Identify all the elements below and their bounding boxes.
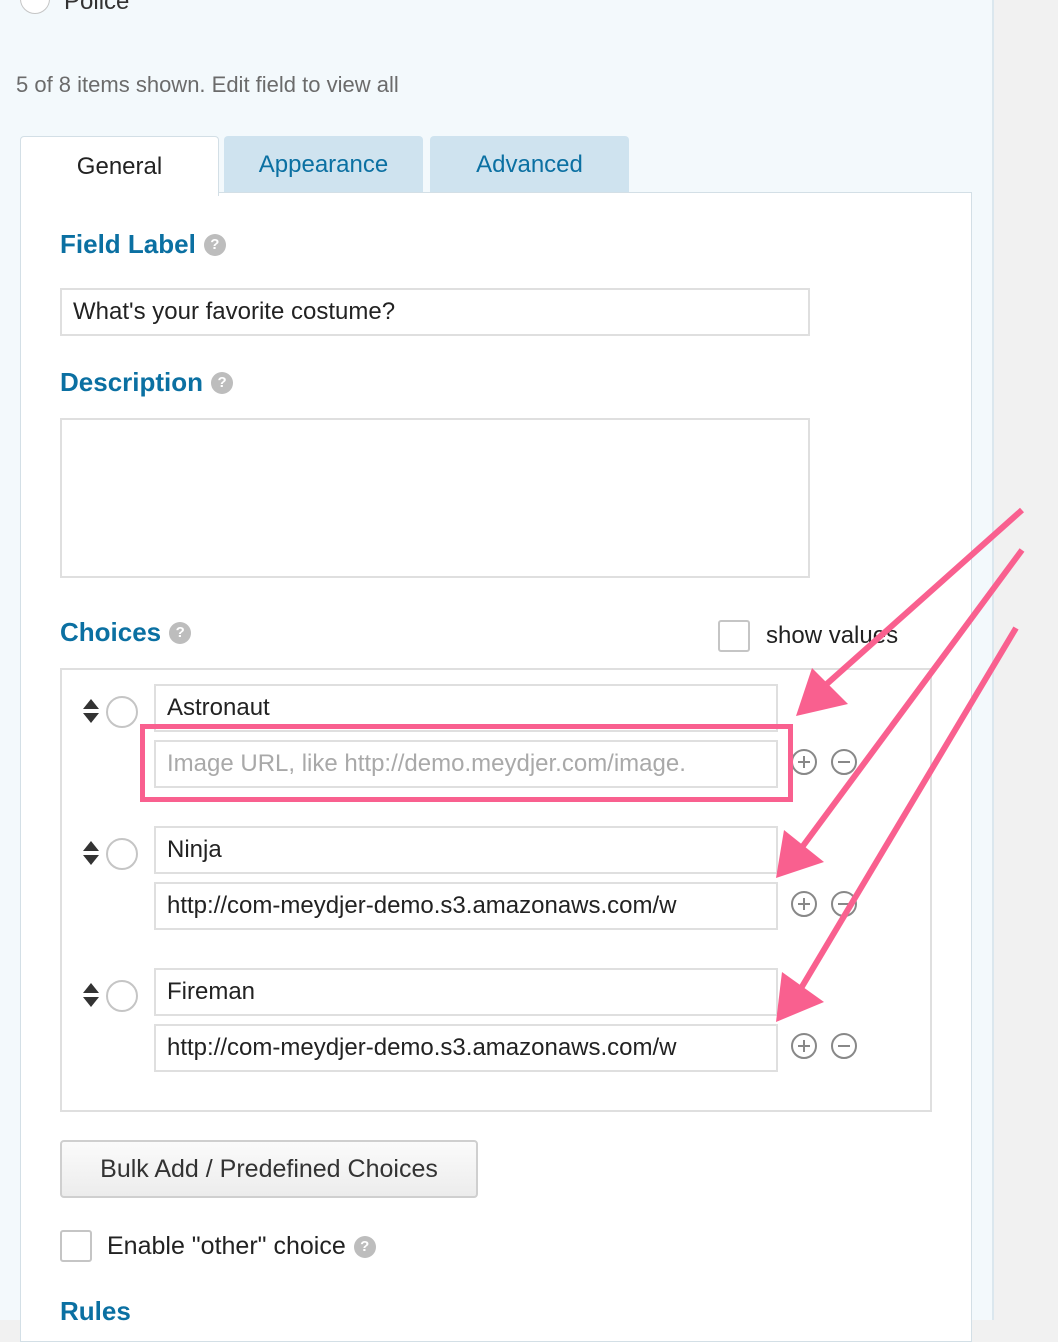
enable-other-checkbox[interactable]	[60, 1230, 92, 1262]
sort-handle-icon[interactable]	[82, 982, 100, 1008]
page-gutter	[996, 0, 1058, 1320]
field-label-input[interactable]: What's your favorite costume?	[60, 288, 810, 336]
field-label-text: Field Label	[60, 229, 196, 259]
enable-other-label: Enable "other" choice	[107, 1232, 346, 1260]
tab-advanced[interactable]: Advanced	[430, 136, 629, 194]
police-radio[interactable]	[20, 0, 50, 14]
field-label-heading: Field Label ?	[60, 229, 226, 260]
sort-handle-icon[interactable]	[82, 840, 100, 866]
choice-radio[interactable]	[106, 980, 138, 1012]
field-settings-panel: Police 5 of 8 items shown. Edit field to…	[0, 0, 994, 1342]
choice-image-url-input[interactable]: http://com-meydjer-demo.s3.amazonaws.com…	[154, 882, 778, 930]
help-icon[interactable]: ?	[169, 621, 192, 644]
sort-handle-icon[interactable]	[82, 698, 100, 724]
choice-label-input[interactable]: Fireman	[154, 968, 778, 1016]
tab-appearance[interactable]: Appearance	[224, 136, 423, 194]
police-label: Police	[64, 0, 130, 15]
add-choice-icon[interactable]	[790, 1032, 818, 1060]
remove-choice-icon[interactable]	[830, 890, 858, 918]
help-icon[interactable]: ?	[353, 1235, 376, 1258]
description-text: Description	[60, 367, 204, 397]
description-textarea[interactable]	[60, 418, 810, 578]
choice-label-input[interactable]: Ninja	[154, 826, 778, 874]
tab-general[interactable]: General	[20, 136, 219, 196]
show-values-checkbox[interactable]	[718, 620, 750, 652]
choice-image-url-input[interactable]: http://com-meydjer-demo.s3.amazonaws.com…	[154, 1024, 778, 1072]
choices-text: Choices	[60, 617, 162, 647]
bulk-add-button[interactable]: Bulk Add / Predefined Choices	[60, 1140, 478, 1198]
choice-radio[interactable]	[106, 696, 138, 728]
rules-heading: Rules	[60, 1296, 131, 1326]
remove-choice-icon[interactable]	[830, 1032, 858, 1060]
enable-other-label-row: Enable "other" choice ?	[107, 1232, 376, 1261]
choices-heading: Choices ?	[60, 617, 192, 648]
remove-choice-icon[interactable]	[830, 748, 858, 776]
items-shown-note: 5 of 8 items shown. Edit field to view a…	[16, 72, 399, 97]
image-url-highlight-box	[140, 724, 793, 802]
add-choice-icon[interactable]	[790, 748, 818, 776]
add-choice-icon[interactable]	[790, 890, 818, 918]
show-values-label: show values	[766, 622, 899, 649]
help-icon[interactable]: ?	[211, 371, 234, 394]
description-heading: Description ?	[60, 367, 234, 398]
help-icon[interactable]: ?	[203, 233, 226, 256]
choice-radio[interactable]	[106, 838, 138, 870]
